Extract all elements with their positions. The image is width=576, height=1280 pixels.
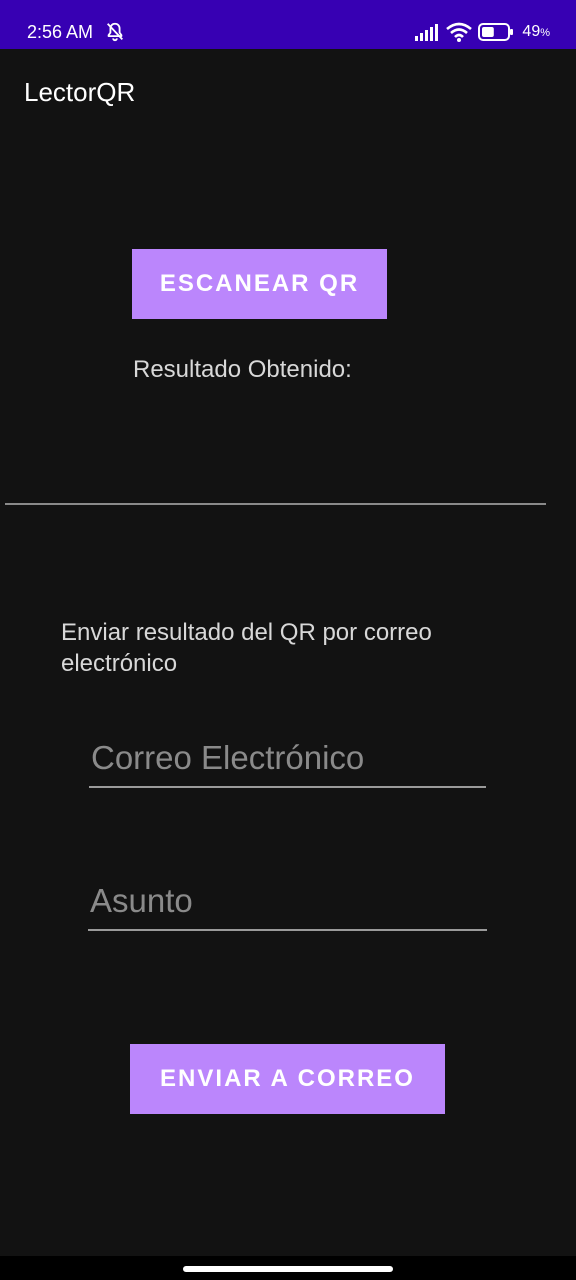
result-label: Resultado Obtenido: bbox=[133, 356, 352, 383]
home-gesture-handle[interactable] bbox=[183, 1266, 393, 1272]
subject-field[interactable] bbox=[88, 880, 487, 931]
navigation-bar bbox=[0, 1256, 576, 1280]
wifi-icon bbox=[446, 22, 473, 42]
battery-percent: 49% bbox=[522, 23, 550, 40]
app-bar: LectorQR bbox=[0, 49, 576, 137]
battery-icon bbox=[478, 23, 514, 41]
status-bar: 2:56 AM 49% bbox=[0, 0, 576, 49]
divider bbox=[5, 503, 546, 505]
send-email-button[interactable]: ENVIAR A CORREO bbox=[130, 1044, 445, 1114]
status-icons: 49% bbox=[414, 20, 550, 44]
status-time: 2:56 AM bbox=[27, 22, 94, 42]
bell-off-icon bbox=[106, 22, 124, 42]
signal-icon bbox=[415, 24, 439, 41]
scan-qr-button[interactable]: ESCANEAR QR bbox=[132, 249, 387, 319]
app-title: LectorQR bbox=[24, 77, 136, 107]
email-caption: Enviar resultado del QR por correo elect… bbox=[61, 619, 432, 677]
email-field[interactable] bbox=[89, 737, 486, 788]
